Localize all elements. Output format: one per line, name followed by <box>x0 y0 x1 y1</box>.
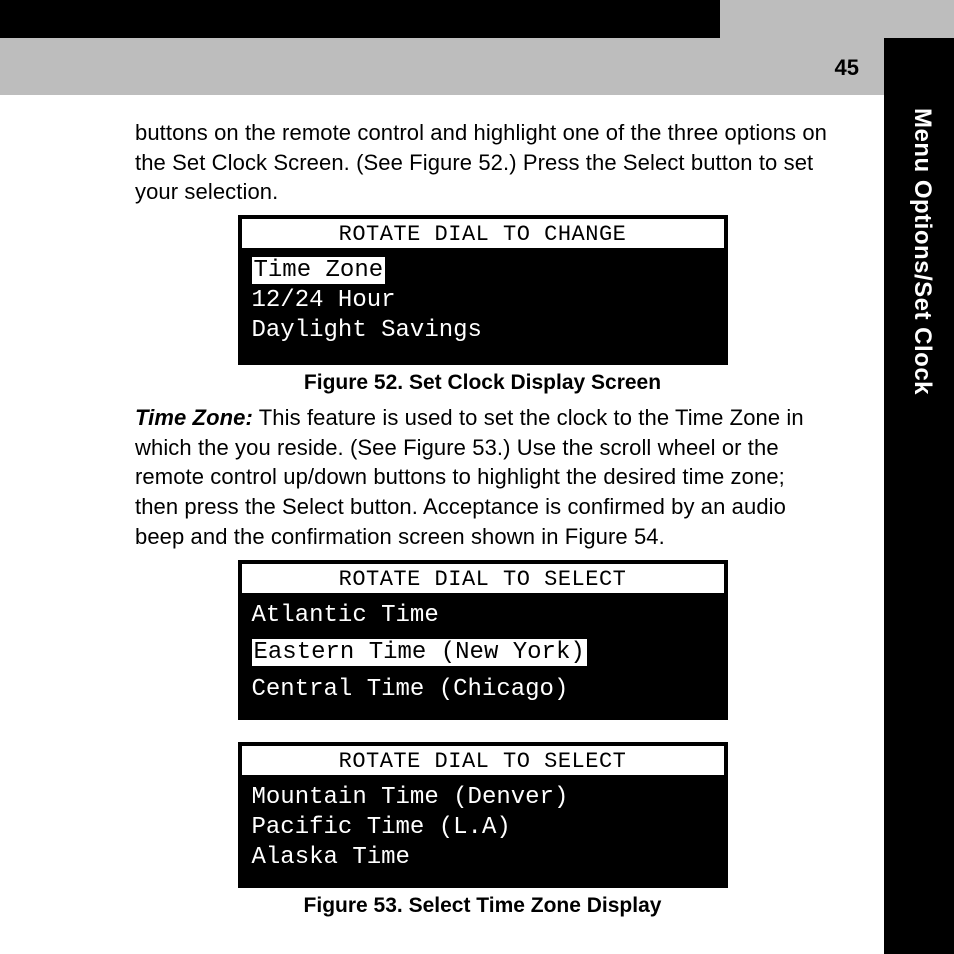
side-tab-label: Menu Options/Set Clock <box>908 108 936 395</box>
fig52-header: ROTATE DIAL TO CHANGE <box>242 219 724 248</box>
fig53a-item-0-label: Atlantic Time <box>252 602 439 629</box>
fig53b-item-1-label: Pacific Time (L.A) <box>252 814 511 841</box>
fig53b-header: ROTATE DIAL TO SELECT <box>242 746 724 775</box>
page-number: 45 <box>835 55 859 81</box>
fig53a-item-1-label: Eastern Time (New York) <box>252 639 587 666</box>
fig53a-item-2[interactable]: Central Time (Chicago) <box>252 676 714 703</box>
fig52-item-2[interactable]: Daylight Savings <box>252 317 714 344</box>
fig53b-item-0[interactable]: Mountain Time (Denver) <box>252 784 714 811</box>
fig53b-body: Mountain Time (Denver) Pacific Time (L.A… <box>242 775 724 884</box>
fig53-caption: Figure 53. Select Time Zone Display <box>135 894 830 918</box>
fig52-screen: ROTATE DIAL TO CHANGE Time Zone 12/24 Ho… <box>238 215 728 365</box>
fig53b-item-2[interactable]: Alaska Time <box>252 844 714 871</box>
fig52-item-0-label: Time Zone <box>252 257 386 284</box>
timezone-paragraph: Time Zone: This feature is used to set t… <box>135 403 830 551</box>
fig52-item-0[interactable]: Time Zone <box>252 257 714 284</box>
header-masthead <box>0 0 720 38</box>
fig52-caption: Figure 52. Set Clock Display Screen <box>135 371 830 395</box>
timezone-lead: Time Zone: <box>135 405 253 430</box>
fig52-body: Time Zone 12/24 Hour Daylight Savings <box>242 248 724 361</box>
page: 45 Menu Options/Set Clock buttons on the… <box>0 0 954 954</box>
fig53b-screen: ROTATE DIAL TO SELECT Mountain Time (Den… <box>238 742 728 888</box>
fig53a-item-2-label: Central Time (Chicago) <box>252 676 569 703</box>
fig53b-item-1[interactable]: Pacific Time (L.A) <box>252 814 714 841</box>
fig53a-screen: ROTATE DIAL TO SELECT Atlantic Time East… <box>238 560 728 720</box>
fig53a-header: ROTATE DIAL TO SELECT <box>242 564 724 593</box>
content-column: buttons on the remote control and highli… <box>135 118 830 926</box>
fig53a-body: Atlantic Time Eastern Time (New York) Ce… <box>242 593 724 716</box>
fig53a-item-0[interactable]: Atlantic Time <box>252 602 714 629</box>
intro-paragraph: buttons on the remote control and highli… <box>135 118 830 207</box>
fig52-item-1-label: 12/24 Hour <box>252 287 396 314</box>
fig53b-item-0-label: Mountain Time (Denver) <box>252 784 569 811</box>
fig53a-item-1[interactable]: Eastern Time (New York) <box>252 639 714 666</box>
fig52-item-1[interactable]: 12/24 Hour <box>252 287 714 314</box>
fig53b-item-2-label: Alaska Time <box>252 844 410 871</box>
fig52-item-2-label: Daylight Savings <box>252 317 482 344</box>
